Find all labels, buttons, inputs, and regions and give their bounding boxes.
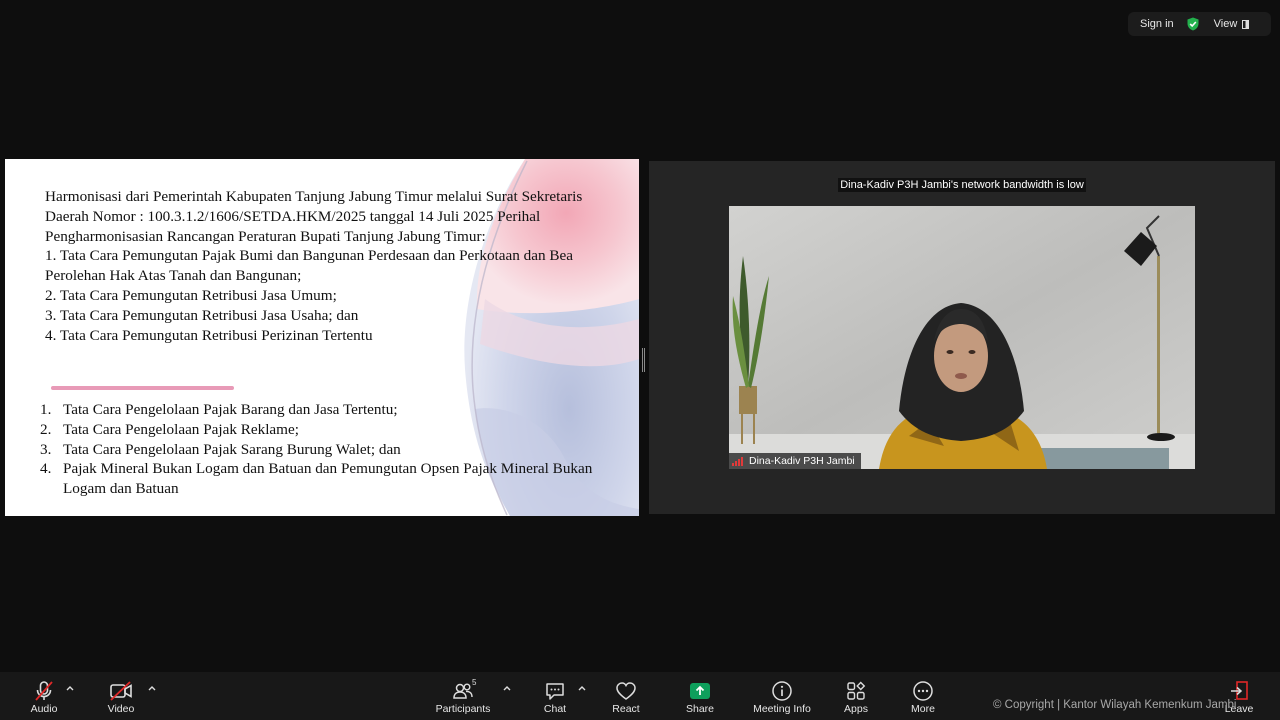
react-button[interactable]: React — [606, 672, 646, 720]
meeting-toolbar: Audio Video 5 Participants Chat React Sh… — [0, 672, 1280, 720]
chat-bubble-icon — [546, 683, 564, 700]
view-button[interactable]: View — [1214, 18, 1250, 30]
list-number: 3. — [40, 440, 52, 458]
participants-icon — [453, 683, 473, 699]
heart-icon — [616, 682, 636, 700]
list-number: 1. — [40, 401, 52, 418]
more-label: More — [911, 703, 935, 715]
audio-label: Audio — [30, 703, 58, 715]
panel-resize-handle[interactable] — [642, 348, 646, 372]
microphone-muted-icon — [35, 681, 53, 701]
handle-line — [642, 348, 643, 372]
list-text: Tata Cara Pengelolaan Pajak Barang dan J… — [63, 401, 398, 418]
share-label: Share — [685, 703, 715, 715]
video-options-caret-icon[interactable] — [148, 685, 156, 691]
list-item: 2. Tata Cara Pengelolaan Pajak Reklame; — [40, 420, 605, 440]
meeting-info-button[interactable]: Meeting Info — [750, 672, 814, 720]
more-button[interactable]: More — [903, 672, 943, 720]
list-number: 4. — [40, 460, 52, 478]
camera-off-icon — [110, 681, 132, 701]
copyright-watermark: © Copyright | Kantor Wilayah Kemenkum Ja… — [993, 699, 1237, 711]
chat-options-caret-icon[interactable] — [578, 685, 586, 691]
apps-grid-icon — [847, 681, 866, 700]
list-text: Tata Cara Pengelolaan Pajak Reklame; — [63, 420, 299, 438]
bandwidth-warning-text: Dina-Kadiv P3H Jambi's network bandwidth… — [838, 178, 1086, 192]
pink-divider-stroke — [51, 386, 234, 390]
list-text: Tata Cara Pengelolaan Pajak Sarang Burun… — [63, 440, 401, 458]
meeting-info-label: Meeting Info — [753, 703, 811, 715]
slide-item-2: 2. Tata Cara Pemungutan Retribusi Jasa U… — [45, 286, 337, 304]
info-icon — [772, 681, 792, 701]
audio-button[interactable]: Audio — [24, 672, 64, 720]
participant-video-tile[interactable]: Dina-Kadiv P3H Jambi — [729, 206, 1195, 469]
slide-numbered-list: 1. Tata Cara Pengelolaan Pajak Barang da… — [40, 400, 605, 499]
list-item: 1. Tata Cara Pengelolaan Pajak Barang da… — [40, 400, 605, 420]
shield-check-icon[interactable] — [1186, 17, 1200, 31]
participants-button[interactable]: 5 Participants — [433, 672, 493, 720]
slide-item-1: 1. Tata Cara Pemungutan Pajak Bumi dan B… — [45, 247, 573, 285]
chat-label: Chat — [543, 703, 567, 715]
list-item: 3. Tata Cara Pengelolaan Pajak Sarang Bu… — [40, 440, 605, 460]
view-layout-icon — [1242, 19, 1250, 29]
list-number: 2. — [40, 420, 52, 438]
audio-options-caret-icon[interactable] — [66, 685, 74, 691]
video-panel: Dina-Kadiv P3H Jambi's network bandwidth… — [649, 161, 1275, 514]
view-label: View — [1213, 18, 1238, 30]
sign-in-link[interactable]: Sign in — [1140, 18, 1174, 30]
handle-line — [644, 348, 645, 372]
slide-intro-text: Harmonisasi dari Pemerintah Kabupaten Ta… — [45, 188, 583, 245]
apps-label: Apps — [844, 703, 868, 715]
chat-button[interactable]: Chat — [538, 672, 572, 720]
list-text: Pajak Mineral Bukan Logam dan Batuan dan… — [63, 460, 593, 498]
bandwidth-warning: Dina-Kadiv P3H Jambi's network bandwidth… — [649, 178, 1275, 192]
participants-label: Participants — [435, 703, 491, 715]
top-right-controls: Sign in View — [1128, 12, 1271, 36]
more-dots-icon — [913, 681, 933, 701]
video-label: Video — [107, 703, 135, 715]
list-item: 4. Pajak Mineral Bukan Logam dan Batuan … — [40, 459, 605, 499]
participant-name: Dina-Kadiv P3H Jambi — [749, 455, 855, 467]
apps-button[interactable]: Apps — [836, 672, 876, 720]
participant-name-tag: Dina-Kadiv P3H Jambi — [729, 453, 861, 469]
slide-item-3: 3. Tata Cara Pemungutan Retribusi Jasa U… — [45, 306, 359, 324]
signal-strength-icon — [732, 456, 743, 466]
react-label: React — [612, 703, 640, 715]
participants-options-caret-icon[interactable] — [503, 685, 511, 691]
leave-button[interactable]: Leave — [1222, 672, 1256, 720]
video-button[interactable]: Video — [101, 672, 141, 720]
shared-screen-slide: Harmonisasi dari Pemerintah Kabupaten Ta… — [5, 159, 639, 516]
participant-video-feed — [729, 206, 1195, 469]
share-screen-icon — [690, 683, 710, 699]
slide-paragraph: Harmonisasi dari Pemerintah Kabupaten Ta… — [45, 187, 605, 345]
share-button[interactable]: Share — [680, 672, 720, 720]
slide-item-4: 4. Tata Cara Pemungutan Retribusi Perizi… — [45, 326, 373, 344]
participants-count: 5 — [472, 678, 477, 687]
